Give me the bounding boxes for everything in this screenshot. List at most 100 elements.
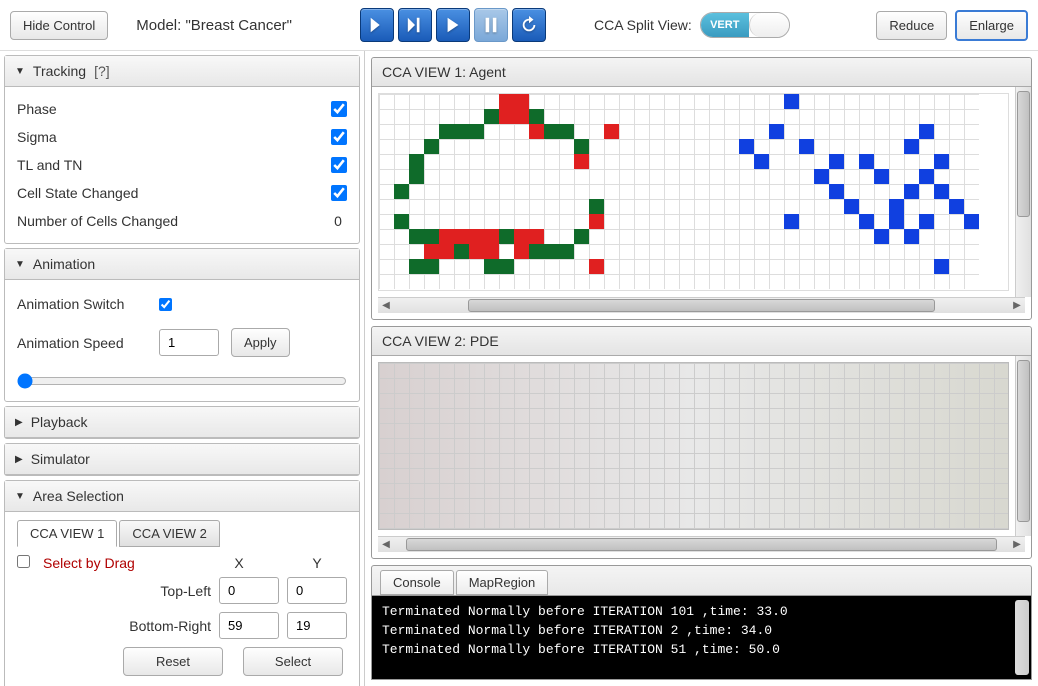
reset-button[interactable]: Reset — [123, 647, 223, 676]
animation-header[interactable]: ▼ Animation — [5, 249, 359, 280]
tracking-header[interactable]: ▼ Tracking [?] — [5, 56, 359, 87]
grid-cell-blue[interactable] — [919, 169, 934, 184]
grid-cell-red[interactable] — [529, 124, 544, 139]
animation-switch-checkbox[interactable] — [159, 298, 172, 311]
scroll-left-icon[interactable]: ◀ — [378, 539, 394, 550]
grid-cell-blue[interactable] — [889, 214, 904, 229]
apply-button[interactable]: Apply — [231, 328, 290, 357]
grid-cell-red[interactable] — [514, 244, 529, 259]
grid-cell-red[interactable] — [604, 124, 619, 139]
grid-cell-green[interactable] — [454, 244, 469, 259]
grid-cell-blue[interactable] — [919, 124, 934, 139]
grid-cell-green[interactable] — [499, 229, 514, 244]
grid-cell-blue[interactable] — [739, 139, 754, 154]
bottom-right-y-input[interactable] — [287, 612, 347, 639]
grid-cell-green[interactable] — [394, 184, 409, 199]
grid-cell-blue[interactable] — [799, 139, 814, 154]
agent-grid[interactable] — [378, 93, 1009, 291]
grid-cell-green[interactable] — [574, 139, 589, 154]
grid-cell-blue[interactable] — [964, 214, 979, 229]
view2-horizontal-scrollbar[interactable]: ◀ ▶ — [378, 536, 1025, 552]
pde-grid[interactable] — [378, 362, 1009, 530]
scroll-left-icon[interactable]: ◀ — [378, 300, 394, 311]
grid-cell-green[interactable] — [409, 229, 424, 244]
grid-cell-blue[interactable] — [754, 154, 769, 169]
grid-cell-green[interactable] — [589, 199, 604, 214]
grid-cell-green[interactable] — [424, 229, 439, 244]
grid-cell-red[interactable] — [514, 94, 529, 109]
scroll-right-icon[interactable]: ▶ — [1009, 539, 1025, 550]
step-forward-button[interactable] — [360, 8, 394, 42]
top-left-y-input[interactable] — [287, 577, 347, 604]
console-scrollbar[interactable] — [1015, 600, 1029, 675]
grid-cell-red[interactable] — [499, 94, 514, 109]
tracking-checkbox[interactable] — [331, 129, 347, 145]
scroll-right-icon[interactable]: ▶ — [1009, 300, 1025, 311]
grid-cell-blue[interactable] — [874, 169, 889, 184]
grid-cell-red[interactable] — [484, 229, 499, 244]
grid-cell-green[interactable] — [484, 109, 499, 124]
tracking-help[interactable]: [?] — [94, 63, 110, 79]
grid-cell-red[interactable] — [439, 229, 454, 244]
playback-header[interactable]: ▶ Playback — [5, 407, 359, 438]
select-button[interactable]: Select — [243, 647, 343, 676]
grid-cell-red[interactable] — [469, 244, 484, 259]
grid-cell-green[interactable] — [439, 124, 454, 139]
grid-cell-green[interactable] — [529, 109, 544, 124]
grid-cell-blue[interactable] — [934, 154, 949, 169]
grid-cell-blue[interactable] — [904, 139, 919, 154]
grid-cell-blue[interactable] — [949, 199, 964, 214]
grid-cell-green[interactable] — [454, 124, 469, 139]
reduce-button[interactable]: Reduce — [876, 11, 947, 40]
grid-cell-green[interactable] — [499, 259, 514, 274]
grid-cell-red[interactable] — [574, 154, 589, 169]
grid-cell-green[interactable] — [424, 139, 439, 154]
grid-cell-green[interactable] — [424, 259, 439, 274]
enlarge-button[interactable]: Enlarge — [955, 10, 1028, 41]
grid-cell-green[interactable] — [559, 244, 574, 259]
grid-cell-red[interactable] — [589, 214, 604, 229]
view1-vertical-scrollbar[interactable] — [1015, 87, 1031, 297]
grid-cell-red[interactable] — [424, 244, 439, 259]
pause-button[interactable] — [474, 8, 508, 42]
grid-cell-blue[interactable] — [859, 214, 874, 229]
grid-cell-blue[interactable] — [784, 214, 799, 229]
grid-cell-blue[interactable] — [814, 169, 829, 184]
tracking-checkbox[interactable] — [331, 101, 347, 117]
grid-cell-red[interactable] — [499, 109, 514, 124]
tracking-checkbox[interactable] — [331, 157, 347, 173]
grid-cell-red[interactable] — [529, 229, 544, 244]
grid-cell-blue[interactable] — [859, 154, 874, 169]
grid-cell-red[interactable] — [439, 244, 454, 259]
grid-cell-green[interactable] — [559, 124, 574, 139]
top-left-x-input[interactable] — [219, 577, 279, 604]
animation-speed-input[interactable] — [159, 329, 219, 356]
grid-cell-blue[interactable] — [934, 184, 949, 199]
grid-cell-blue[interactable] — [934, 259, 949, 274]
tracking-checkbox[interactable] — [331, 185, 347, 201]
grid-cell-blue[interactable] — [844, 199, 859, 214]
grid-cell-green[interactable] — [409, 154, 424, 169]
grid-cell-red[interactable] — [514, 109, 529, 124]
reload-button[interactable] — [512, 8, 546, 42]
grid-cell-red[interactable] — [454, 229, 469, 244]
grid-cell-blue[interactable] — [769, 124, 784, 139]
simulator-header[interactable]: ▶ Simulator — [5, 444, 359, 475]
grid-cell-blue[interactable] — [889, 199, 904, 214]
grid-cell-green[interactable] — [484, 259, 499, 274]
grid-cell-red[interactable] — [469, 229, 484, 244]
skip-forward-button[interactable] — [398, 8, 432, 42]
grid-cell-green[interactable] — [409, 169, 424, 184]
tab-map-region[interactable]: MapRegion — [456, 570, 549, 595]
grid-cell-red[interactable] — [484, 244, 499, 259]
grid-cell-green[interactable] — [544, 124, 559, 139]
grid-cell-red[interactable] — [514, 229, 529, 244]
grid-cell-red[interactable] — [589, 259, 604, 274]
grid-cell-green[interactable] — [529, 244, 544, 259]
bottom-right-x-input[interactable] — [219, 612, 279, 639]
play-button[interactable] — [436, 8, 470, 42]
tab-console[interactable]: Console — [380, 570, 454, 595]
grid-cell-green[interactable] — [469, 124, 484, 139]
animation-speed-slider[interactable] — [17, 373, 347, 389]
select-by-drag-checkbox[interactable] — [17, 555, 30, 568]
